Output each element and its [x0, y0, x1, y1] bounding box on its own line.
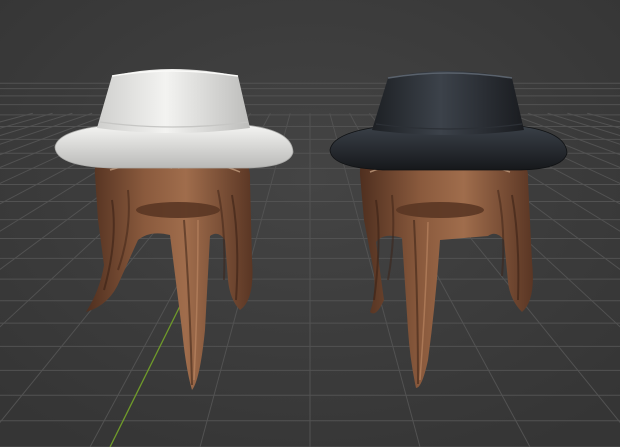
viewport-scene	[0, 0, 620, 447]
3d-viewport[interactable]	[0, 0, 620, 447]
